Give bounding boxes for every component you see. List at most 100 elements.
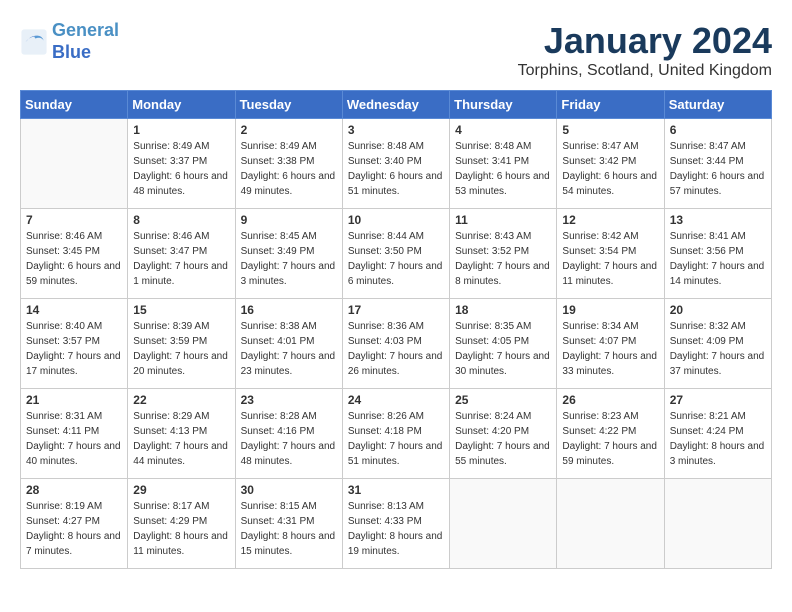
- calendar-cell: 31 Sunrise: 8:13 AMSunset: 4:33 PMDaylig…: [342, 479, 449, 569]
- calendar-week-3: 21 Sunrise: 8:31 AMSunset: 4:11 PMDaylig…: [21, 389, 772, 479]
- calendar-cell: 10 Sunrise: 8:44 AMSunset: 3:50 PMDaylig…: [342, 209, 449, 299]
- day-number: 21: [26, 393, 122, 407]
- calendar-cell: 18 Sunrise: 8:35 AMSunset: 4:05 PMDaylig…: [450, 299, 557, 389]
- calendar-cell: 28 Sunrise: 8:19 AMSunset: 4:27 PMDaylig…: [21, 479, 128, 569]
- calendar-cell: [450, 479, 557, 569]
- calendar-cell: 20 Sunrise: 8:32 AMSunset: 4:09 PMDaylig…: [664, 299, 771, 389]
- calendar-cell: [664, 479, 771, 569]
- day-info: Sunrise: 8:21 AMSunset: 4:24 PMDaylight:…: [670, 409, 766, 469]
- day-info: Sunrise: 8:46 AMSunset: 3:47 PMDaylight:…: [133, 229, 229, 289]
- calendar-cell: 7 Sunrise: 8:46 AMSunset: 3:45 PMDayligh…: [21, 209, 128, 299]
- day-info: Sunrise: 8:41 AMSunset: 3:56 PMDaylight:…: [670, 229, 766, 289]
- day-info: Sunrise: 8:23 AMSunset: 4:22 PMDaylight:…: [562, 409, 658, 469]
- day-number: 18: [455, 303, 551, 317]
- day-info: Sunrise: 8:45 AMSunset: 3:49 PMDaylight:…: [241, 229, 337, 289]
- col-header-saturday: Saturday: [664, 91, 771, 119]
- day-info: Sunrise: 8:36 AMSunset: 4:03 PMDaylight:…: [348, 319, 444, 379]
- calendar-table: SundayMondayTuesdayWednesdayThursdayFrid…: [20, 90, 772, 569]
- calendar-cell: 26 Sunrise: 8:23 AMSunset: 4:22 PMDaylig…: [557, 389, 664, 479]
- day-info: Sunrise: 8:15 AMSunset: 4:31 PMDaylight:…: [241, 499, 337, 559]
- day-info: Sunrise: 8:19 AMSunset: 4:27 PMDaylight:…: [26, 499, 122, 559]
- day-info: Sunrise: 8:44 AMSunset: 3:50 PMDaylight:…: [348, 229, 444, 289]
- day-number: 28: [26, 483, 122, 497]
- day-info: Sunrise: 8:38 AMSunset: 4:01 PMDaylight:…: [241, 319, 337, 379]
- day-info: Sunrise: 8:43 AMSunset: 3:52 PMDaylight:…: [455, 229, 551, 289]
- calendar-cell: [21, 119, 128, 209]
- calendar-cell: 17 Sunrise: 8:36 AMSunset: 4:03 PMDaylig…: [342, 299, 449, 389]
- calendar-header-row: SundayMondayTuesdayWednesdayThursdayFrid…: [21, 91, 772, 119]
- day-number: 31: [348, 483, 444, 497]
- day-number: 25: [455, 393, 551, 407]
- day-number: 27: [670, 393, 766, 407]
- month-title: January 2024: [518, 20, 772, 62]
- day-number: 17: [348, 303, 444, 317]
- calendar-cell: 29 Sunrise: 8:17 AMSunset: 4:29 PMDaylig…: [128, 479, 235, 569]
- day-info: Sunrise: 8:29 AMSunset: 4:13 PMDaylight:…: [133, 409, 229, 469]
- day-number: 2: [241, 123, 337, 137]
- day-number: 26: [562, 393, 658, 407]
- calendar-cell: 21 Sunrise: 8:31 AMSunset: 4:11 PMDaylig…: [21, 389, 128, 479]
- day-number: 15: [133, 303, 229, 317]
- calendar-cell: 25 Sunrise: 8:24 AMSunset: 4:20 PMDaylig…: [450, 389, 557, 479]
- day-info: Sunrise: 8:42 AMSunset: 3:54 PMDaylight:…: [562, 229, 658, 289]
- calendar-cell: 23 Sunrise: 8:28 AMSunset: 4:16 PMDaylig…: [235, 389, 342, 479]
- day-number: 5: [562, 123, 658, 137]
- day-info: Sunrise: 8:47 AMSunset: 3:42 PMDaylight:…: [562, 139, 658, 199]
- day-number: 3: [348, 123, 444, 137]
- calendar-cell: 11 Sunrise: 8:43 AMSunset: 3:52 PMDaylig…: [450, 209, 557, 299]
- calendar-cell: 4 Sunrise: 8:48 AMSunset: 3:41 PMDayligh…: [450, 119, 557, 209]
- day-number: 4: [455, 123, 551, 137]
- day-info: Sunrise: 8:17 AMSunset: 4:29 PMDaylight:…: [133, 499, 229, 559]
- day-number: 16: [241, 303, 337, 317]
- title-block: January 2024 Torphins, Scotland, United …: [518, 20, 772, 80]
- logo-icon: [20, 28, 48, 56]
- calendar-cell: 30 Sunrise: 8:15 AMSunset: 4:31 PMDaylig…: [235, 479, 342, 569]
- day-info: Sunrise: 8:31 AMSunset: 4:11 PMDaylight:…: [26, 409, 122, 469]
- day-number: 8: [133, 213, 229, 227]
- calendar-cell: 13 Sunrise: 8:41 AMSunset: 3:56 PMDaylig…: [664, 209, 771, 299]
- day-number: 29: [133, 483, 229, 497]
- day-number: 9: [241, 213, 337, 227]
- day-info: Sunrise: 8:48 AMSunset: 3:40 PMDaylight:…: [348, 139, 444, 199]
- col-header-thursday: Thursday: [450, 91, 557, 119]
- col-header-sunday: Sunday: [21, 91, 128, 119]
- day-info: Sunrise: 8:28 AMSunset: 4:16 PMDaylight:…: [241, 409, 337, 469]
- calendar-cell: 12 Sunrise: 8:42 AMSunset: 3:54 PMDaylig…: [557, 209, 664, 299]
- day-number: 22: [133, 393, 229, 407]
- day-number: 6: [670, 123, 766, 137]
- logo: GeneralBlue: [20, 20, 119, 63]
- calendar-cell: 15 Sunrise: 8:39 AMSunset: 3:59 PMDaylig…: [128, 299, 235, 389]
- day-number: 11: [455, 213, 551, 227]
- logo-text: GeneralBlue: [52, 20, 119, 63]
- col-header-tuesday: Tuesday: [235, 91, 342, 119]
- calendar-cell: 22 Sunrise: 8:29 AMSunset: 4:13 PMDaylig…: [128, 389, 235, 479]
- day-number: 19: [562, 303, 658, 317]
- day-info: Sunrise: 8:46 AMSunset: 3:45 PMDaylight:…: [26, 229, 122, 289]
- location-title: Torphins, Scotland, United Kingdom: [518, 62, 772, 80]
- calendar-cell: [557, 479, 664, 569]
- day-info: Sunrise: 8:13 AMSunset: 4:33 PMDaylight:…: [348, 499, 444, 559]
- day-info: Sunrise: 8:32 AMSunset: 4:09 PMDaylight:…: [670, 319, 766, 379]
- day-info: Sunrise: 8:47 AMSunset: 3:44 PMDaylight:…: [670, 139, 766, 199]
- calendar-cell: 24 Sunrise: 8:26 AMSunset: 4:18 PMDaylig…: [342, 389, 449, 479]
- calendar-cell: 14 Sunrise: 8:40 AMSunset: 3:57 PMDaylig…: [21, 299, 128, 389]
- calendar-cell: 6 Sunrise: 8:47 AMSunset: 3:44 PMDayligh…: [664, 119, 771, 209]
- page-header: GeneralBlue January 2024 Torphins, Scotl…: [20, 20, 772, 80]
- calendar-week-4: 28 Sunrise: 8:19 AMSunset: 4:27 PMDaylig…: [21, 479, 772, 569]
- day-info: Sunrise: 8:40 AMSunset: 3:57 PMDaylight:…: [26, 319, 122, 379]
- col-header-monday: Monday: [128, 91, 235, 119]
- day-info: Sunrise: 8:26 AMSunset: 4:18 PMDaylight:…: [348, 409, 444, 469]
- calendar-cell: 3 Sunrise: 8:48 AMSunset: 3:40 PMDayligh…: [342, 119, 449, 209]
- calendar-cell: 1 Sunrise: 8:49 AMSunset: 3:37 PMDayligh…: [128, 119, 235, 209]
- day-info: Sunrise: 8:48 AMSunset: 3:41 PMDaylight:…: [455, 139, 551, 199]
- calendar-cell: 8 Sunrise: 8:46 AMSunset: 3:47 PMDayligh…: [128, 209, 235, 299]
- day-number: 10: [348, 213, 444, 227]
- day-number: 24: [348, 393, 444, 407]
- col-header-wednesday: Wednesday: [342, 91, 449, 119]
- calendar-cell: 2 Sunrise: 8:49 AMSunset: 3:38 PMDayligh…: [235, 119, 342, 209]
- calendar-cell: 27 Sunrise: 8:21 AMSunset: 4:24 PMDaylig…: [664, 389, 771, 479]
- day-info: Sunrise: 8:49 AMSunset: 3:37 PMDaylight:…: [133, 139, 229, 199]
- day-info: Sunrise: 8:35 AMSunset: 4:05 PMDaylight:…: [455, 319, 551, 379]
- calendar-cell: 9 Sunrise: 8:45 AMSunset: 3:49 PMDayligh…: [235, 209, 342, 299]
- day-number: 1: [133, 123, 229, 137]
